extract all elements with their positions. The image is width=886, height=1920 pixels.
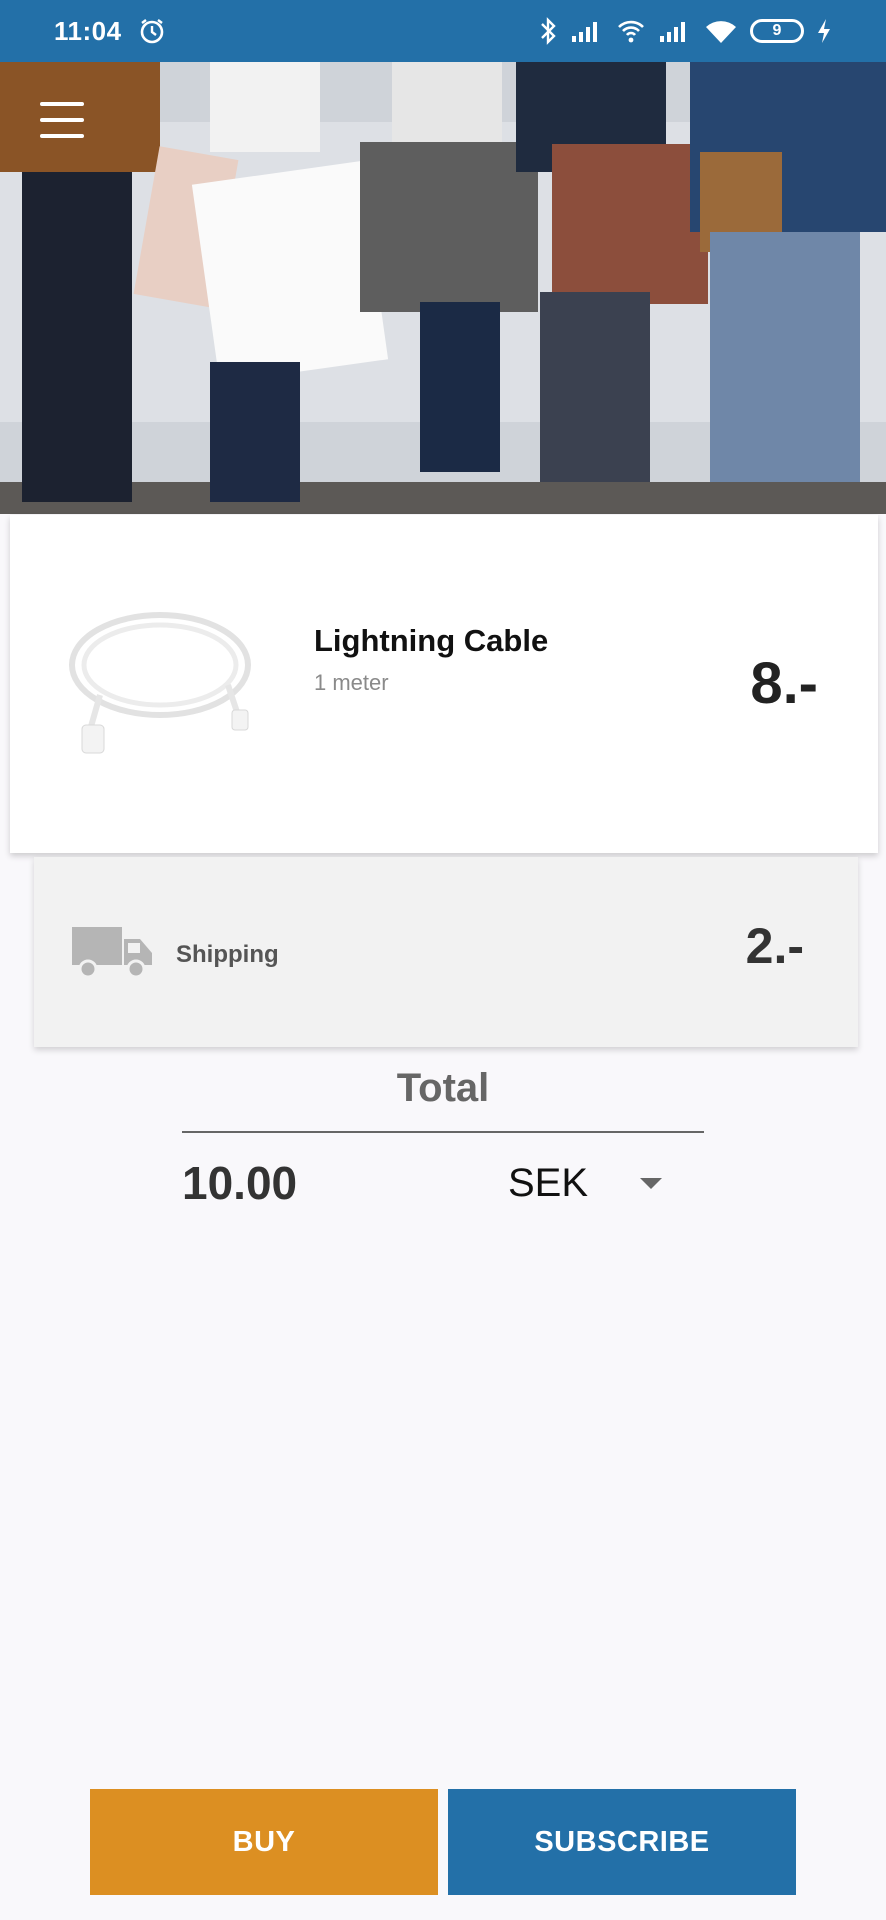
battery-level: 9 [772,22,782,39]
product-price: 8.- [750,651,818,716]
product-subtitle: 1 meter [314,670,389,695]
status-icons: 9 [538,16,832,46]
product-name: Lightning Cable [314,623,549,658]
total-divider [182,1131,704,1133]
subscribe-button[interactable]: SUBSCRIBE [448,1789,796,1895]
product-card: Lightning Cable 1 meter 8.- [10,515,878,853]
shoppers-photo [0,62,886,514]
wifi-calling-icon [618,20,644,43]
shipping-card: Shipping 2.- [34,857,858,1047]
battery-icon: 9 [750,19,804,43]
hamburger-menu-icon[interactable] [40,102,84,138]
chevron-down-icon [640,1177,662,1189]
shipping-price: 2.- [745,918,804,974]
currency-dropdown[interactable]: SEK [508,1158,668,1208]
signal-icon [572,22,597,42]
signal-icon-2 [660,22,685,42]
alarm-icon [140,19,163,44]
lightning-cable-image [69,612,251,754]
hero-image [0,62,886,514]
status-bar: 11:04 9 [0,0,886,62]
shipping-label: Shipping [176,941,279,968]
currency-selected: SEK [508,1160,589,1205]
charging-icon [818,19,830,43]
buy-button[interactable]: BUY [90,1789,438,1895]
wifi-icon [706,21,736,43]
total-value: 10.00 [182,1157,298,1209]
truck-icon [72,927,152,979]
status-time: 11:04 [54,15,122,46]
bluetooth-icon [541,17,556,45]
total-title: Total [396,1066,490,1110]
